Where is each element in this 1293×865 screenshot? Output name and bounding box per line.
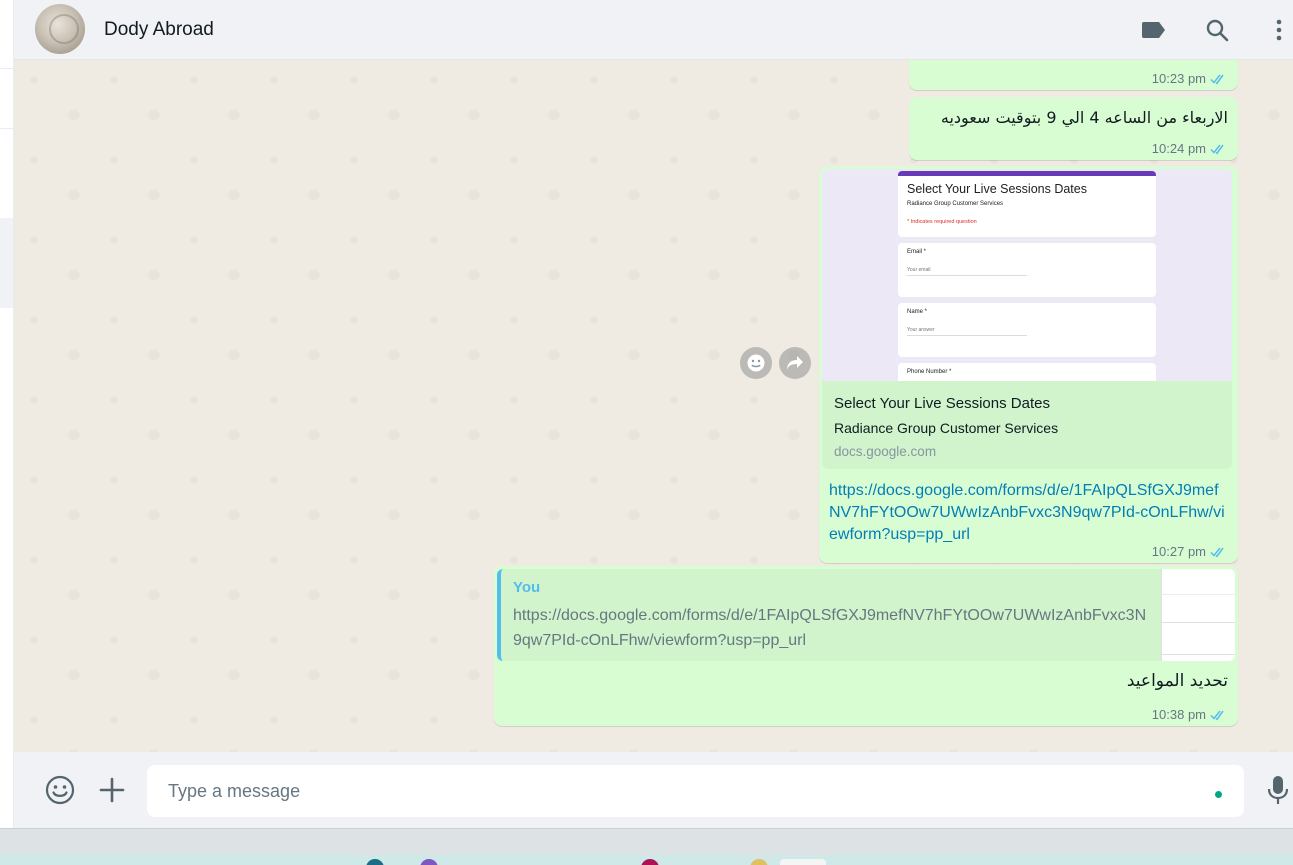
field-placeholder: Your email (907, 267, 1027, 276)
message-time: 10:27 pm (1151, 544, 1206, 559)
message-meta: 10:23 pm (1152, 71, 1228, 86)
message-meta: 10:27 pm (1152, 544, 1228, 559)
chat-list-edge (0, 0, 14, 828)
required-note: * Indicates required question (907, 219, 977, 225)
contact-name[interactable]: Dody Abroad (104, 19, 214, 41)
os-taskbar (0, 828, 1293, 865)
message-time: 10:24 pm (1151, 141, 1206, 156)
divider (0, 128, 13, 129)
field-label: Email * (907, 249, 927, 255)
emoji-react-icon[interactable] (740, 347, 772, 379)
link-preview-title: Select Your Live Sessions Dates (834, 395, 1050, 412)
message-time: 10:23 pm (1151, 71, 1206, 86)
quoted-author: You (513, 579, 541, 596)
link-message-bubble[interactable]: Select Your Live Sessions Dates Radiance… (819, 166, 1238, 563)
form-title: Select Your Live Sessions Dates (907, 182, 1087, 196)
field-label: Phone Number * (907, 369, 952, 375)
message-text: الاربعاء من الساعه 4 الي 9 بتوقيت سعوديه (940, 108, 1228, 127)
message-bubble[interactable]: 10:23 pm (909, 60, 1238, 90)
form-field-card: Name * Your answer (898, 303, 1156, 357)
message-time: 10:38 pm (1151, 707, 1206, 722)
link-preview-description: Radiance Group Customer Services (834, 420, 1059, 436)
contact-avatar[interactable] (35, 4, 85, 54)
selected-chat-edge[interactable] (0, 218, 13, 308)
message-link[interactable]: https://docs.google.com/forms/d/e/1FAIpQ… (829, 480, 1229, 546)
search-icon[interactable] (1202, 15, 1232, 45)
message-input[interactable] (147, 765, 1244, 817)
mic-icon[interactable] (1262, 774, 1293, 806)
link-preview-thumbnail[interactable]: Select Your Live Sessions Dates Radiance… (822, 169, 1232, 381)
form-field-card: Phone Number * (898, 363, 1156, 381)
reply-message-bubble[interactable]: You https://docs.google.com/forms/d/e/1F… (494, 566, 1238, 726)
read-ticks-icon (1210, 547, 1224, 557)
form-field-card: Email * Your email (898, 243, 1156, 297)
divider (0, 68, 13, 69)
read-ticks-icon (1210, 710, 1224, 720)
chat-header: Dody Abroad (14, 0, 1293, 60)
message-composer (14, 752, 1293, 828)
message-text: تحديد المواعيد (1126, 671, 1228, 691)
attach-plus-icon[interactable] (96, 774, 128, 806)
quoted-thumbnail (1161, 569, 1235, 661)
form-screenshot: Select Your Live Sessions Dates Radiance… (898, 171, 1156, 381)
conversation-panel[interactable]: 10:23 pm الاربعاء من الساعه 4 الي 9 بتوق… (14, 60, 1293, 752)
read-ticks-icon (1210, 144, 1224, 154)
quoted-text: https://docs.google.com/forms/d/e/1FAIpQ… (513, 607, 1147, 649)
forward-icon[interactable] (779, 347, 811, 379)
taskbar-app-icon[interactable] (780, 859, 826, 865)
emoji-icon[interactable] (44, 774, 76, 806)
status-dot (1215, 791, 1222, 798)
field-label: Name * (907, 309, 928, 315)
message-bubble[interactable]: الاربعاء من الساعه 4 الي 9 بتوقيت سعوديه… (909, 97, 1238, 160)
quoted-message[interactable]: You https://docs.google.com/forms/d/e/1F… (497, 569, 1235, 661)
form-header-card: Select Your Live Sessions Dates Radiance… (898, 171, 1156, 237)
menu-icon[interactable] (1264, 15, 1293, 45)
read-ticks-icon (1210, 74, 1224, 84)
link-preview-domain: docs.google.com (834, 444, 937, 459)
message-meta: 10:38 pm (1152, 707, 1228, 722)
field-placeholder: Your answer (907, 327, 1027, 336)
form-subtitle: Radiance Group Customer Services (907, 201, 1004, 207)
label-icon[interactable] (1139, 15, 1169, 45)
message-meta: 10:24 pm (1152, 141, 1228, 156)
link-preview-info[interactable]: Select Your Live Sessions Dates Radiance… (822, 381, 1232, 469)
